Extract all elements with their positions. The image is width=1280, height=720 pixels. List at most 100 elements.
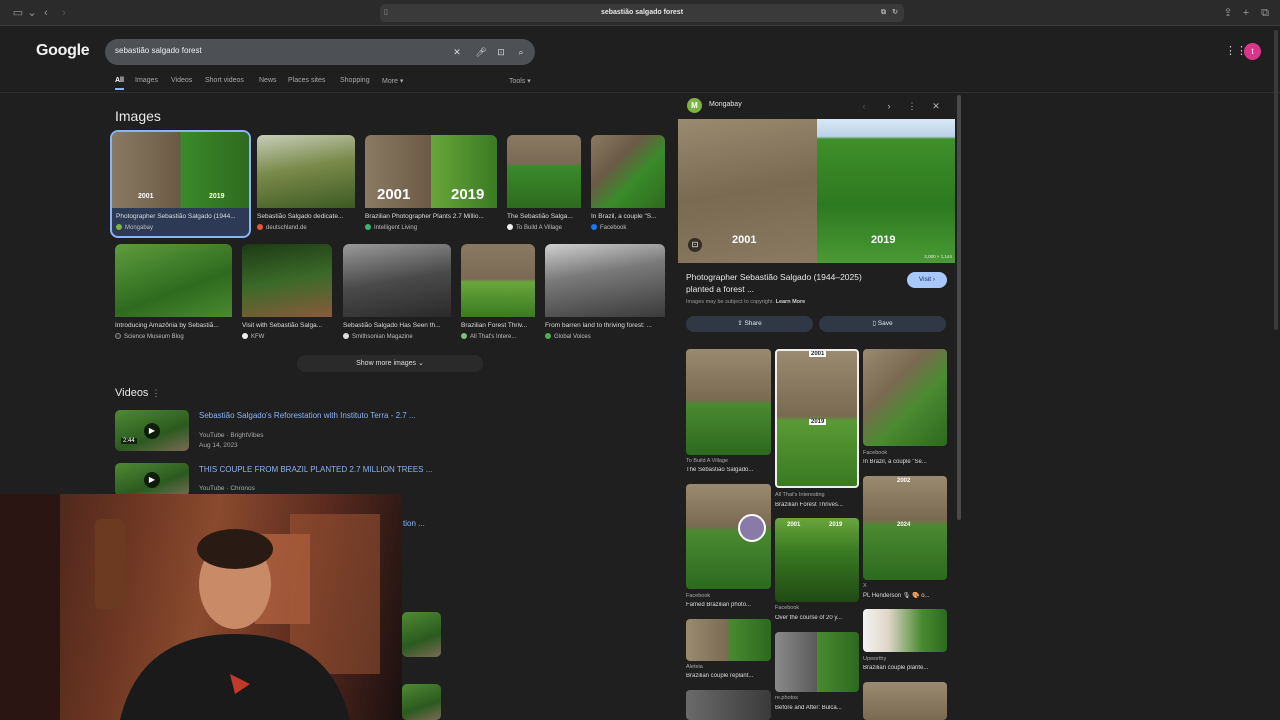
tab-shopping[interactable]: Shopping: [340, 77, 370, 84]
person-icon: [738, 514, 766, 542]
learn-more-link[interactable]: Learn More: [776, 299, 806, 305]
image-result[interactable]: From barren land to thriving forest: ...…: [545, 244, 665, 344]
videos-heading: Videos ⋮: [115, 387, 161, 399]
mongabay-icon: [116, 224, 122, 230]
preview-image[interactable]: 2001 2019 ⊡ 2,000 × 1,144: [678, 119, 955, 263]
year-label: 2001: [732, 234, 757, 246]
url-text: sebastião salgado forest: [600, 9, 684, 16]
search-box[interactable]: sebastião salgado forest ✕ 🎤︎ ⊡ ⌕: [105, 39, 535, 65]
image-result[interactable]: The Sebastião Salga... To Build A Villag…: [507, 135, 581, 235]
lens-icon[interactable]: ⊡: [495, 46, 507, 58]
image-dimensions: 2,000 × 1,144: [924, 254, 952, 259]
microphone-icon[interactable]: 🎤︎: [475, 46, 487, 58]
share-icon[interactable]: ⇪: [1220, 5, 1236, 21]
related-image[interactable]: [686, 484, 771, 589]
related-source: Facebook: [686, 593, 711, 599]
share-label: Share: [744, 320, 762, 327]
related-caption: In Brazil, a couple "Se...: [863, 459, 927, 465]
related-image[interactable]: [686, 690, 771, 720]
more-options-icon[interactable]: ⋮: [152, 388, 161, 398]
image-result[interactable]: Visit with Sebastião Salga... KFW: [242, 244, 332, 344]
tab-videos[interactable]: Videos: [171, 77, 192, 84]
clear-icon[interactable]: ✕: [451, 46, 463, 58]
tab-news[interactable]: News: [259, 77, 277, 84]
show-more-label: Show more images: [356, 360, 417, 367]
tools-button[interactable]: Tools ▾: [509, 77, 531, 85]
panel-title[interactable]: Photographer Sebastião Salgado (1944–202…: [686, 271, 886, 295]
video-thumbnail[interactable]: ▶ 2:44: [115, 410, 189, 451]
year-label: 2024: [897, 522, 911, 528]
chevron-right-icon[interactable]: ›: [883, 100, 895, 112]
lens-icon[interactable]: ⊡: [688, 238, 702, 252]
more-options-icon[interactable]: ⋮: [906, 100, 918, 112]
image-source: To Build A Village: [507, 224, 581, 231]
related-image[interactable]: [686, 619, 771, 661]
image-caption: Visit with Sebastião Salga...: [242, 322, 323, 329]
tab-all[interactable]: All: [115, 77, 124, 84]
year-label: 2002: [897, 478, 911, 484]
year-label: 2019: [871, 234, 896, 246]
video-source: YouTube · BrightVibes: [199, 432, 264, 439]
image-result[interactable]: In Brazil, a couple "S... Facebook: [591, 135, 665, 235]
video-duration: 2:44: [121, 438, 137, 444]
close-icon[interactable]: ✕: [930, 100, 942, 112]
search-icon[interactable]: ⌕: [515, 46, 527, 58]
new-tab-icon[interactable]: +: [1238, 5, 1254, 21]
video-thumbnail[interactable]: [402, 684, 441, 720]
copyright-note: Images may be subject to copyright. Lear…: [686, 299, 805, 305]
related-caption: Brazilian Forest Thrives...: [775, 502, 843, 508]
google-logo[interactable]: Google: [36, 42, 90, 60]
related-image[interactable]: [686, 349, 771, 455]
apps-grid-icon[interactable]: ⋮⋮: [1225, 45, 1247, 57]
image-result[interactable]: Brazilian Forest Thriv... All That's Int…: [461, 244, 535, 344]
year-label: 2019: [809, 419, 827, 425]
video-thumbnail[interactable]: ▶: [115, 463, 189, 496]
tab-short-videos[interactable]: Short videos: [205, 77, 244, 84]
tabs-icon[interactable]: ⧉: [1257, 5, 1273, 21]
related-image-selected[interactable]: 2001 2019: [775, 349, 859, 488]
image-result[interactable]: 2001 2019 Photographer Sebastião Salgado…: [110, 130, 251, 238]
image-thumbnail: [545, 244, 665, 317]
panel-source[interactable]: Mongabay: [709, 101, 742, 108]
related-image[interactable]: [863, 349, 947, 446]
show-more-images-button[interactable]: Show more images ⌄: [297, 355, 483, 372]
video-title-link[interactable]: THIS COUPLE FROM BRAZIL PLANTED 2.7 MILL…: [199, 465, 432, 474]
image-result[interactable]: Sebastião Salgado dedicate... deutschlan…: [257, 135, 355, 235]
image-source-label: Smithsonian Magazine: [352, 334, 413, 340]
reload-icon[interactable]: ↻: [892, 4, 898, 22]
image-source-label: deutschland.de: [266, 225, 307, 231]
image-caption: From barren land to thriving forest: ...: [545, 322, 652, 329]
related-image[interactable]: 2002 2024: [863, 476, 947, 580]
image-thumbnail: [507, 135, 581, 208]
avatar[interactable]: t: [1244, 43, 1261, 60]
tab-images[interactable]: Images: [135, 77, 158, 84]
panel-scrollbar[interactable]: [957, 95, 961, 520]
image-result[interactable]: 2001 2019 Brazilian Photographer Plants …: [365, 135, 497, 235]
image-source: Smithsonian Magazine: [343, 333, 451, 340]
search-input[interactable]: sebastião salgado forest: [115, 46, 202, 55]
image-result[interactable]: Sebastião Salgado Has Seen th... Smithso…: [343, 244, 451, 344]
image-caption: Introducing Amazônia by Sebastiã...: [115, 322, 219, 329]
related-image[interactable]: [863, 682, 947, 720]
visit-button[interactable]: Visit ›: [907, 272, 947, 288]
tab-more[interactable]: More ▾: [382, 77, 403, 85]
image-source-label: Global Voices: [554, 334, 591, 340]
share-button[interactable]: ⇪ Share: [686, 316, 813, 332]
translate-icon[interactable]: ⧉: [881, 4, 886, 22]
tab-places-sites[interactable]: Places sites: [288, 77, 325, 84]
back-icon[interactable]: ‹: [38, 5, 54, 21]
video-title-link[interactable]: Sebastião Salgado's Reforestation with I…: [199, 411, 416, 420]
video-title-link[interactable]: tion ...: [403, 519, 425, 528]
related-image[interactable]: [863, 609, 947, 652]
image-result[interactable]: Introducing Amazônia by Sebastiã... Scie…: [115, 244, 232, 344]
forward-icon[interactable]: ›: [56, 5, 72, 21]
related-image[interactable]: [775, 632, 859, 692]
save-button[interactable]: ▯ Save: [819, 316, 946, 332]
related-caption: Brazilian couple replant...: [686, 673, 754, 679]
video-thumbnail[interactable]: [402, 612, 441, 657]
image-thumbnail: [343, 244, 451, 317]
chevron-left-icon[interactable]: ‹: [858, 100, 870, 112]
page-scrollbar[interactable]: [1274, 30, 1278, 330]
related-image[interactable]: 2001 2019: [775, 518, 859, 602]
address-bar[interactable]: ▯ sebastião salgado forest ⧉ ↻: [380, 4, 904, 22]
